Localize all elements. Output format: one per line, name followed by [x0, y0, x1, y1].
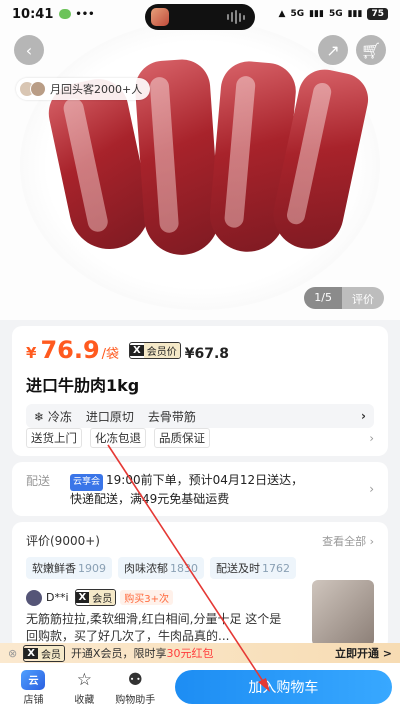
- reviewer-badge-label: 会员: [89, 590, 116, 605]
- bottom-action-bar: 云 店铺 ☆ 收藏 ⚉ 购物助手 加入购物车: [0, 663, 400, 711]
- service-home-delivery: 送货上门: [26, 428, 82, 448]
- chevron-left-icon: ‹: [25, 40, 33, 60]
- reviewer-vip-badge: X 会员: [74, 589, 117, 606]
- signal-bars-icon: ▮▮▮: [347, 9, 363, 19]
- status-time: 10:41: [12, 6, 54, 22]
- service-thaw-refund: 化冻包退: [90, 428, 146, 448]
- location-icon: ▲: [278, 9, 286, 19]
- delivery-info: 云享会 19:00前下单，预计04月12日送达， 快递配送，满49元免基础运费: [70, 472, 369, 506]
- store-button[interactable]: 云 店铺: [8, 669, 59, 706]
- purchase-count-tag: 购买3+次: [120, 590, 173, 605]
- reviews-title: 评价(9000+): [26, 534, 100, 548]
- feature-frozen: ❄ 冷冻: [34, 409, 72, 424]
- vip-price-badge: X 会员价: [129, 341, 181, 359]
- signal-5g-2: 5G: [328, 9, 343, 19]
- see-all-reviews-link[interactable]: 查看全部 ›: [322, 533, 374, 549]
- snowflake-icon: ❄: [34, 409, 48, 424]
- status-bar: 10:41 ••• ▲ 5G ▮▮▮ 5G ▮▮▮ 75: [0, 0, 400, 30]
- star-icon: ☆: [76, 669, 92, 690]
- cloud-member-tag: 云享会: [70, 474, 104, 491]
- close-icon[interactable]: ⊗: [8, 647, 17, 660]
- feature-original-cut: 进口原切: [85, 409, 134, 424]
- review-tag-chips: 软嫩鲜香 1909 肉味浓郁 1830 配送及时 1762: [26, 557, 374, 579]
- reviewer-name: D**i: [46, 591, 69, 604]
- overflow-dots-icon: •••: [75, 8, 95, 20]
- add-to-cart-button[interactable]: 加入购物车: [174, 670, 393, 704]
- vip-price-label: 会员价: [143, 342, 180, 358]
- review-text: 无筋筋拉拉,柔软细滑,红白相间,分量十足 这个是回购款，买了好几次了，牛肉品真的…: [26, 612, 282, 643]
- cart-icon: 🛒︎: [360, 40, 382, 60]
- price-unit: /袋: [101, 347, 120, 362]
- status-indicators: ▲ 5G ▮▮▮ 5G ▮▮▮ 75: [279, 8, 388, 20]
- audio-wave-icon: [227, 10, 245, 24]
- favorite-button[interactable]: ☆ 收藏: [59, 669, 110, 706]
- pager-review-tab[interactable]: 评价: [342, 287, 384, 309]
- delivery-label: 配送: [26, 474, 51, 488]
- signal-bars-icon: ▮▮▮: [309, 9, 324, 19]
- favorite-label: 收藏: [74, 694, 95, 706]
- share-button[interactable]: ↗: [318, 35, 348, 65]
- chevron-right-icon[interactable]: ›: [369, 482, 374, 496]
- chevron-right-icon[interactable]: ›: [361, 409, 366, 423]
- feature-tags[interactable]: ❄ 冷冻 进口原切 去骨带筋 ›: [26, 404, 374, 428]
- vip-badge: X 会员: [23, 644, 65, 662]
- repeat-customers-badge: 月回头客2000+人: [16, 78, 151, 100]
- wechat-icon: [59, 9, 72, 19]
- image-counter: 1/5: [304, 287, 342, 309]
- avatar: [30, 81, 46, 97]
- shopping-assistant-button[interactable]: ⚉ 购物助手: [110, 669, 161, 706]
- store-label: 店铺: [23, 694, 44, 706]
- reviews-header: 评价(9000+) 查看全部 ›: [26, 532, 374, 549]
- assistant-label: 购物助手: [115, 694, 156, 706]
- product-price: 76.9: [40, 336, 100, 364]
- vip-x-logo: X: [130, 344, 144, 356]
- product-title: 进口牛肋肉1kg: [26, 376, 140, 395]
- vip-x-logo: X: [75, 592, 90, 603]
- vip-promo-banner[interactable]: ⊗ X 会员 开通X会员，限时享30元红包 立即开通 >: [0, 643, 400, 663]
- delivery-line-1: 19:00前下单，预计04月12日送达，: [106, 473, 304, 487]
- back-button[interactable]: ‹: [14, 35, 44, 65]
- service-guarantees[interactable]: 送货上门 化冻包退 品质保证 ›: [12, 427, 388, 449]
- repeat-customers-text: 月回头客2000+人: [50, 83, 143, 96]
- chevron-right-icon[interactable]: ›: [369, 431, 374, 445]
- review-chip[interactable]: 肉味浓郁 1830: [118, 557, 204, 579]
- reviews-card[interactable]: 评价(9000+) 查看全部 › 软嫩鲜香 1909 肉味浓郁 1830 配送及时 1…: [12, 522, 388, 650]
- robot-icon: ⚉: [127, 669, 143, 690]
- vip-x-logo: X: [24, 647, 38, 659]
- delivery-card[interactable]: 配送 云享会 19:00前下单，预计04月12日送达， 快递配送，满49元免基础运…: [12, 462, 388, 516]
- open-vip-button[interactable]: 立即开通 >: [335, 645, 392, 661]
- product-image-carousel[interactable]: ‹ ↗ 🛒︎ 月回头客2000+人 1/5 评价: [0, 0, 400, 320]
- review-chip[interactable]: 配送及时 1762: [210, 557, 296, 579]
- service-quality: 品质保证: [154, 428, 210, 448]
- vip-price: ¥67.8: [184, 346, 230, 362]
- store-icon: 云: [21, 669, 46, 690]
- avatar: [26, 589, 42, 606]
- feature-boneless: 去骨带筋: [147, 409, 196, 424]
- vip-badge-label: 会员: [37, 645, 64, 661]
- price-row: ¥ 76.9 /袋 X 会员价 ¥67.8: [26, 336, 374, 364]
- vip-promo-text: 开通X会员，限时享30元红包: [70, 647, 214, 660]
- currency-symbol: ¥: [26, 344, 37, 362]
- media-app-icon: [151, 8, 169, 26]
- review-photo[interactable]: [312, 580, 374, 646]
- image-pager[interactable]: 1/5 评价: [304, 287, 384, 309]
- share-icon: ↗: [326, 40, 340, 60]
- review-chip[interactable]: 软嫩鲜香 1909: [26, 557, 112, 579]
- signal-5g: 5G: [290, 9, 305, 19]
- delivery-line-2: 快递配送，满49元免基础运费: [70, 492, 230, 506]
- cart-button[interactable]: 🛒︎: [356, 35, 386, 65]
- battery-level: 75: [367, 8, 388, 20]
- dynamic-island: [145, 4, 255, 30]
